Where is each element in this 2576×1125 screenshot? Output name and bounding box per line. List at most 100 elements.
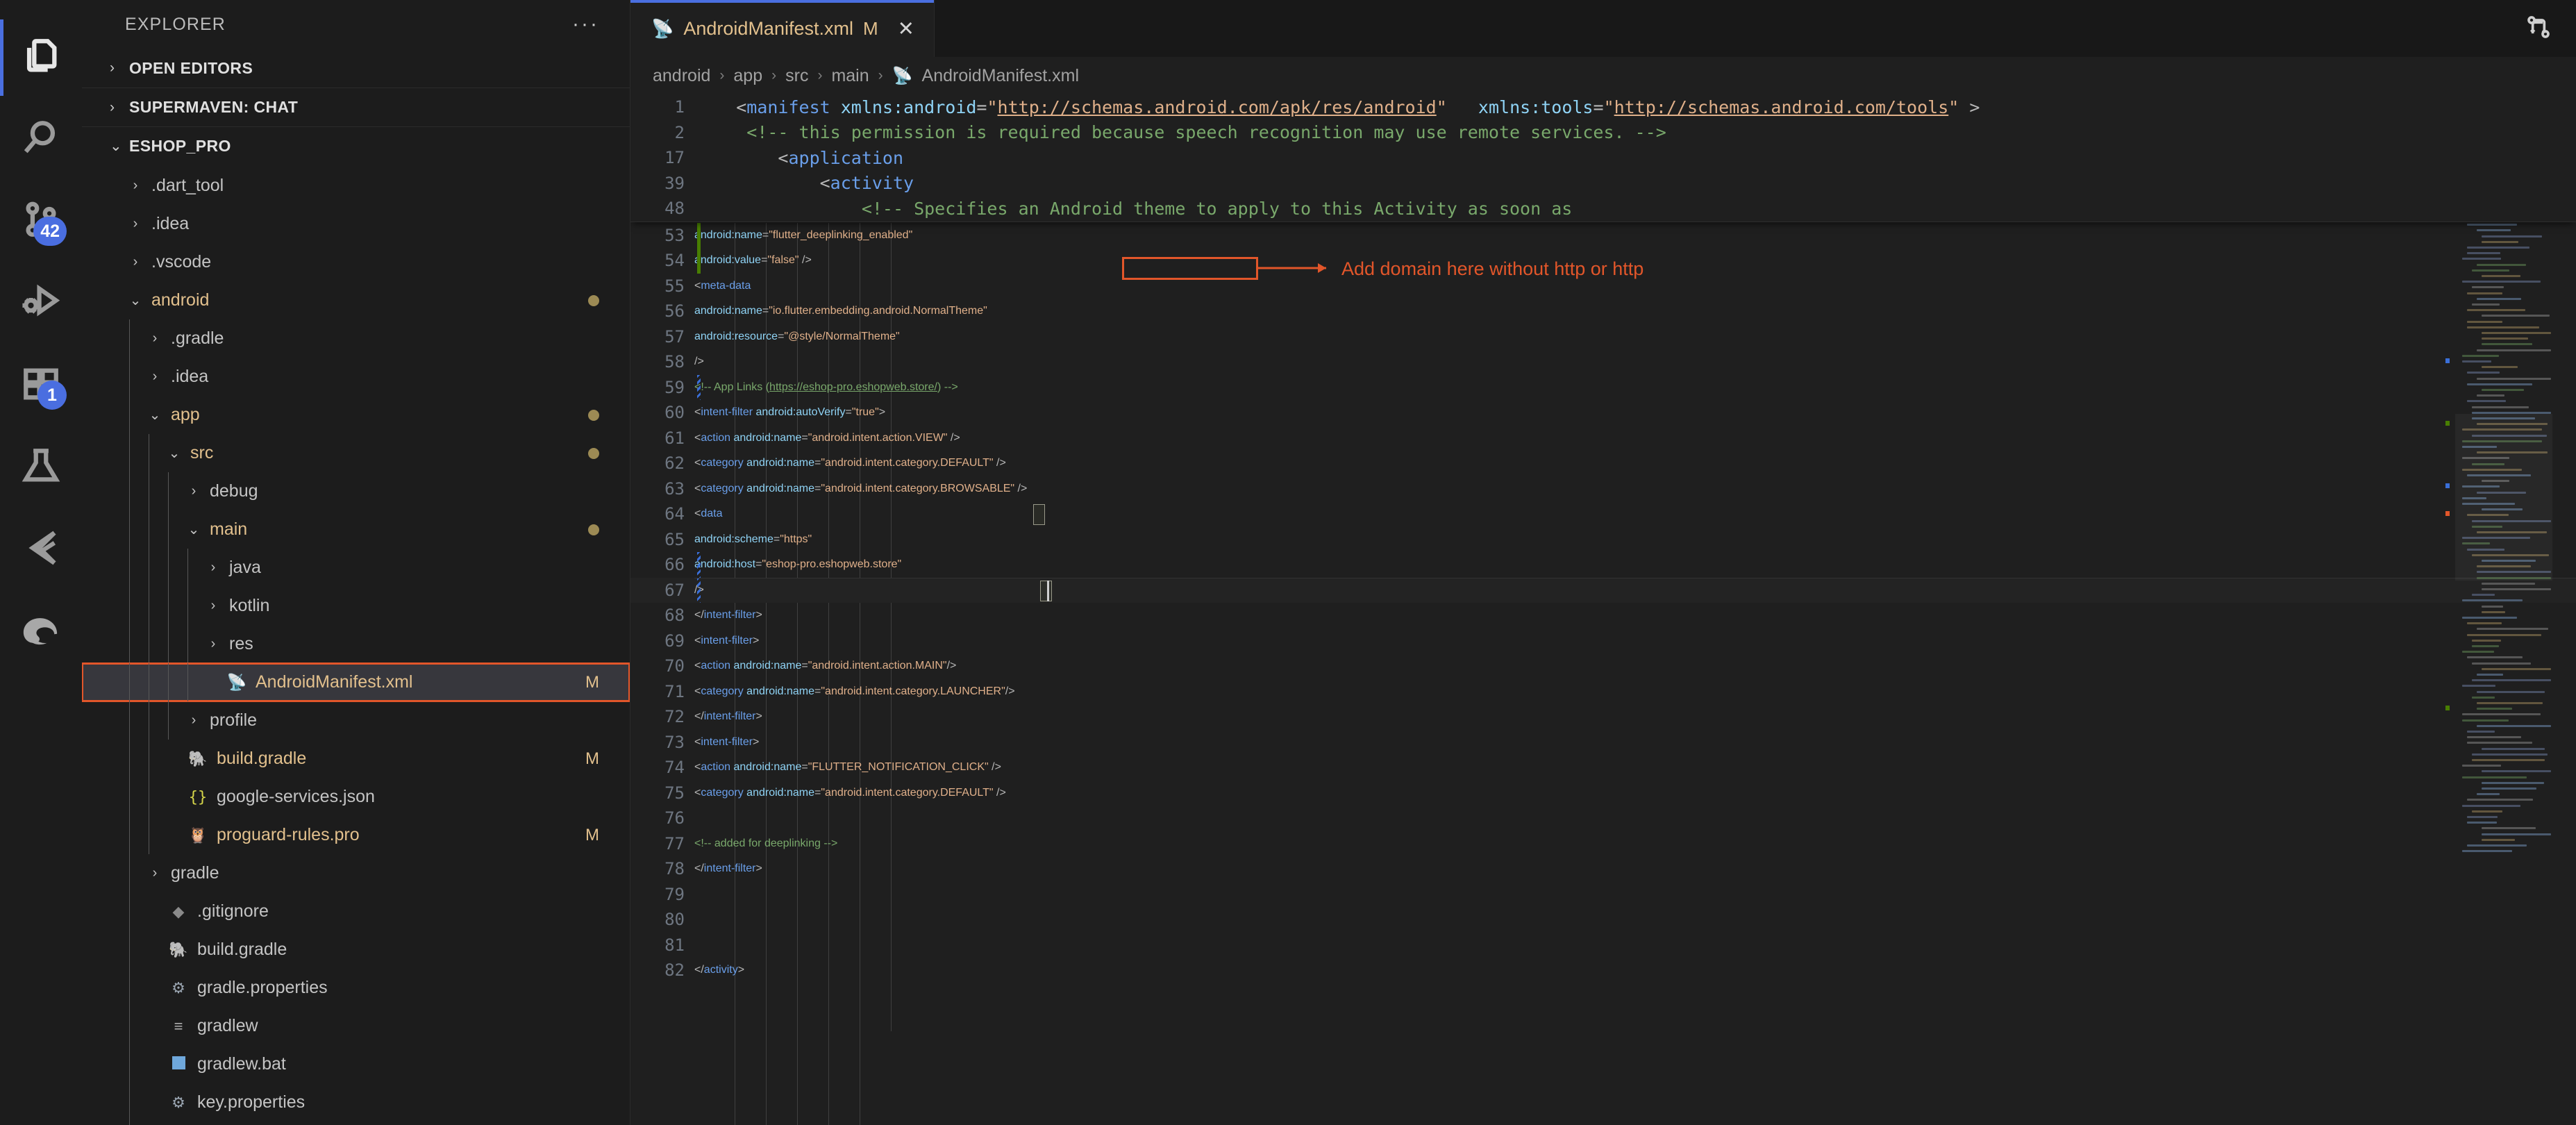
folder-tree-item[interactable]: ⌄ src (82, 434, 630, 472)
code-line[interactable]: 71 <category android:name="android.inten… (630, 679, 2576, 705)
code-line[interactable]: 76 (630, 806, 2576, 831)
folder-tree-item[interactable]: › .idea (82, 205, 630, 243)
file-tree-item[interactable]: ≡ gradlew (82, 1007, 630, 1045)
code-line[interactable]: 78 </intent-filter> (630, 856, 2576, 882)
chevron-right-icon[interactable]: › (125, 254, 146, 270)
breadcrumb-item[interactable]: app (733, 66, 762, 86)
chevron-right-icon[interactable]: › (125, 178, 146, 194)
code-line[interactable]: 69 <intent-filter> (630, 628, 2576, 654)
code-token: " (1948, 97, 1959, 117)
chevron-right-icon[interactable]: › (183, 483, 204, 499)
chevron-right-icon[interactable]: › (144, 865, 165, 881)
code-line[interactable]: 67 /> (630, 577, 2576, 603)
code-line[interactable]: 81 (630, 933, 2576, 958)
chevron-right-icon[interactable]: › (125, 216, 146, 232)
chevron-down-icon[interactable]: ⌄ (144, 406, 165, 424)
code-line[interactable]: 74 <action android:name="FLUTTER_NOTIFIC… (630, 755, 2576, 781)
code-editor[interactable]: 53 android:name="flutter_deeplinking_ena… (630, 94, 2576, 1125)
git-modified-marker (697, 552, 701, 578)
file-tree-item[interactable]: ⚙ gradle.properties (82, 969, 630, 1007)
sidebar-section-eshop-pro[interactable]: ⌄ ESHOP_PRO (82, 126, 630, 165)
folder-tree-item[interactable]: ⌄ android (82, 281, 630, 319)
activity-item-flutter[interactable] (0, 508, 82, 590)
vertical-scrollbar[interactable] (2562, 94, 2576, 1125)
file-tree-item[interactable]: ⚙ key.properties (82, 1083, 630, 1122)
code-line[interactable]: 64 <data (630, 501, 2576, 527)
code-line[interactable]: 79 (630, 882, 2576, 908)
code-line[interactable]: 63 <category android:name="android.inten… (630, 476, 2576, 502)
search-icon (21, 118, 61, 162)
folder-tree-item[interactable]: ⌄ app (82, 396, 630, 434)
code-line[interactable]: 70 <action android:name="android.intent.… (630, 653, 2576, 679)
file-tree-item[interactable]: 📡 AndroidManifest.xml M (82, 662, 630, 702)
chevron-right-icon[interactable]: › (203, 560, 224, 576)
file-tree-item[interactable]: 🦉 proguard-rules.pro M (82, 816, 630, 854)
code-token: "io.flutter.embedding.android.NormalThem… (769, 305, 987, 317)
activity-item-extensions[interactable]: 1 (0, 344, 82, 426)
activity-item-edge-tools[interactable] (0, 590, 82, 672)
code-line[interactable]: 72 </intent-filter> (630, 704, 2576, 730)
folder-tree-item[interactable]: ⌄ main (82, 510, 630, 549)
tree-item-label: gradle (171, 863, 219, 883)
chevron-right-icon[interactable]: › (203, 598, 224, 614)
code-line[interactable]: 53 android:name="flutter_deeplinking_ena… (630, 222, 2576, 248)
code-line[interactable]: 75 <category android:name="android.inten… (630, 781, 2576, 806)
code-line[interactable]: 59 <!-- App Links (https://eshop-pro.esh… (630, 374, 2576, 400)
chevron-down-icon[interactable]: ⌄ (125, 292, 146, 309)
code-line[interactable]: 66 android:host="eshop-pro.eshopweb.stor… (630, 552, 2576, 578)
chevron-down-icon[interactable]: ⌄ (164, 444, 185, 462)
code-line[interactable]: 55 <meta-data (630, 274, 2576, 299)
activity-item-run-and-debug[interactable] (0, 262, 82, 344)
compare-changes-icon[interactable] (2525, 13, 2552, 44)
code-line[interactable]: 61 <action android:name="android.intent.… (630, 426, 2576, 451)
folder-tree-item[interactable]: › kotlin (82, 587, 630, 625)
code-line[interactable]: 73 <intent-filter> (630, 730, 2576, 756)
activity-item-testing[interactable] (0, 426, 82, 508)
code-line[interactable]: 54 android:value="false" /> (630, 248, 2576, 274)
folder-tree-item[interactable]: › gradle (82, 854, 630, 892)
activity-item-search[interactable] (0, 99, 82, 181)
folder-tree-item[interactable]: › .gradle (82, 319, 630, 358)
activity-item-explorer[interactable] (0, 17, 82, 99)
code-line[interactable]: 62 <category android:name="android.inten… (630, 451, 2576, 476)
chevron-right-icon[interactable]: › (144, 369, 165, 385)
chevron-right-icon[interactable]: › (203, 636, 224, 652)
tree-indent-guide (129, 854, 130, 892)
file-tree-item[interactable]: 🐘 build.gradle M (82, 740, 630, 778)
folder-tree-item[interactable]: › res (82, 625, 630, 663)
code-line[interactable]: 56 android:name="io.flutter.embedding.an… (630, 299, 2576, 324)
tab-androidmanifest-xml[interactable]: 📡 AndroidManifest.xml M ✕ (630, 0, 935, 57)
folder-tree-item[interactable]: › .idea (82, 358, 630, 396)
breadcrumb-item[interactable]: main (831, 66, 869, 86)
sidebar-section-open-editors[interactable]: › OPEN EDITORS (82, 49, 630, 88)
code-line[interactable]: 68 </intent-filter> (630, 603, 2576, 628)
breadcrumb-item[interactable]: AndroidManifest.xml (922, 66, 1079, 86)
folder-tree-item[interactable]: › profile (82, 701, 630, 740)
code-line[interactable]: 58 /> (630, 349, 2576, 375)
folder-tree-item[interactable]: › .vscode (82, 243, 630, 281)
file-tree-item[interactable]: {} google-services.json (82, 778, 630, 816)
code-line[interactable]: 57 android:resource="@style/NormalTheme" (630, 324, 2576, 350)
file-tree-item[interactable]: gradlew.bat (82, 1045, 630, 1083)
chevron-down-icon[interactable]: ⌄ (183, 521, 204, 538)
file-tree-item[interactable]: ⚙local.properties (82, 1122, 630, 1125)
file-tree-item[interactable]: ◆ .gitignore (82, 892, 630, 931)
code-line[interactable]: 82 </activity> (630, 958, 2576, 983)
code-line[interactable]: 80 (630, 907, 2576, 933)
file-tree-item[interactable]: 🐘 build.gradle (82, 931, 630, 969)
breadcrumb-item[interactable]: src (785, 66, 808, 86)
chevron-right-icon[interactable]: › (183, 712, 204, 728)
breadcrumb-item[interactable]: android (653, 66, 710, 86)
more-actions-icon[interactable]: ··· (572, 14, 599, 35)
code-line[interactable]: 65 android:scheme="https" (630, 527, 2576, 553)
activity-item-source-control[interactable]: 42 (0, 181, 82, 262)
line-number: 72 (664, 707, 685, 727)
folder-tree-item[interactable]: › .dart_tool (82, 167, 630, 205)
close-icon[interactable]: ✕ (898, 17, 914, 41)
sidebar-section-supermaven-chat[interactable]: › SUPERMAVEN: CHAT (82, 88, 630, 126)
code-line[interactable]: 60 <intent-filter android:autoVerify="tr… (630, 400, 2576, 426)
code-line[interactable]: 77 <!-- added for deeplinking --> (630, 831, 2576, 857)
chevron-right-icon[interactable]: › (144, 331, 165, 347)
folder-tree-item[interactable]: › java (82, 549, 630, 587)
folder-tree-item[interactable]: › debug (82, 472, 630, 510)
